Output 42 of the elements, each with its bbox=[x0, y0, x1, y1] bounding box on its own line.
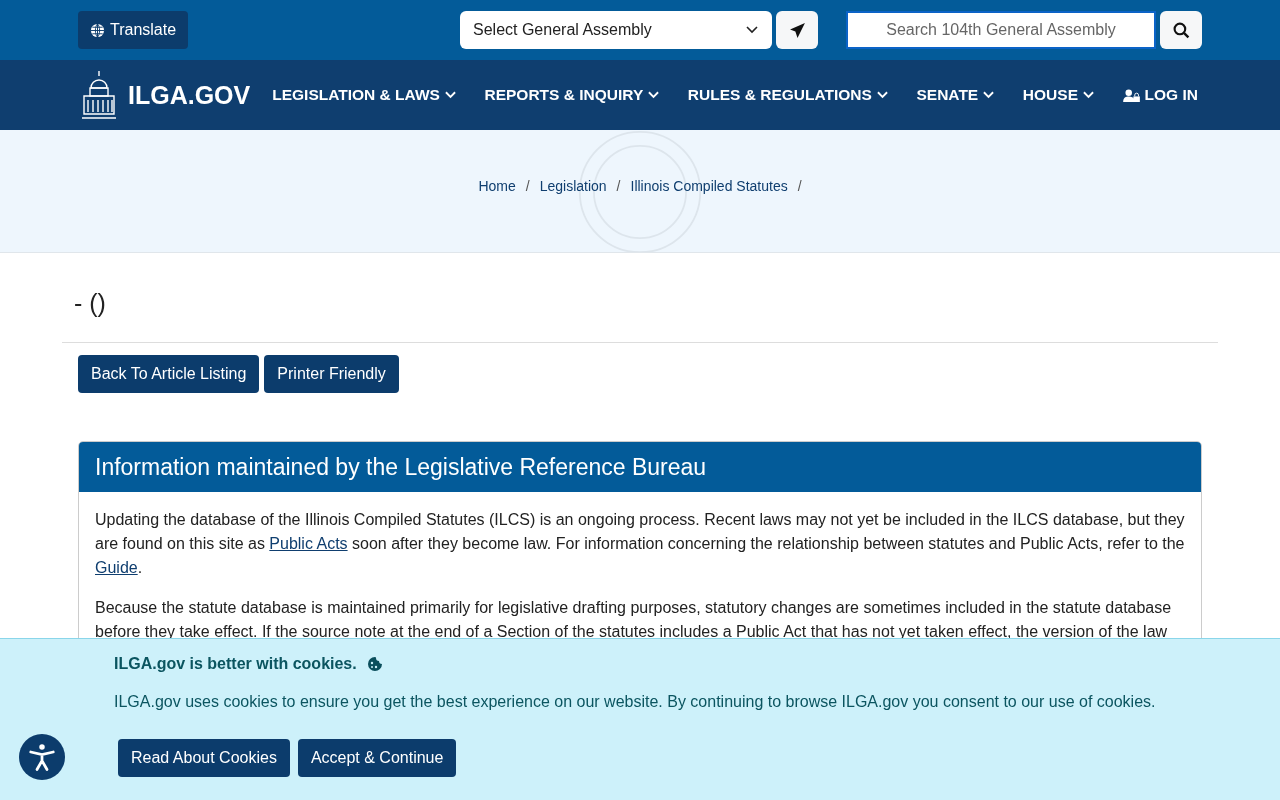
send-button[interactable] bbox=[776, 11, 818, 49]
accessibility-icon bbox=[27, 742, 57, 772]
cookie-text: ILGA.gov uses cookies to ensure you get the best experience on our website. By continuing to browse ILGA.gov you consent to our use of cookies. bbox=[114, 693, 1157, 711]
chevron-down-icon bbox=[1082, 91, 1094, 99]
nav-menu-item[interactable]: LEGISLATION & LAWS bbox=[272, 86, 456, 104]
action-button[interactable]: Back To Article Listing bbox=[78, 355, 260, 393]
breadcrumb-separator: / bbox=[797, 178, 802, 194]
chevron-down-icon bbox=[876, 91, 888, 99]
search-field[interactable]: Search 104th General Assembly bbox=[846, 11, 1156, 49]
paper-plane-icon bbox=[788, 21, 806, 39]
breadcrumb-link[interactable]: Home bbox=[478, 178, 516, 194]
nav-menu-item[interactable]: HOUSE bbox=[1022, 86, 1094, 104]
breadcrumb-separator: / bbox=[616, 178, 621, 194]
chevron-down-icon bbox=[444, 91, 456, 99]
inline-link[interactable]: Guide bbox=[95, 559, 138, 576]
nav-menu-item[interactable]: REPORTS & INQUIRY bbox=[484, 86, 660, 104]
site-logo[interactable]: ILGA.GOV bbox=[128, 80, 251, 110]
breadcrumb-separator: / bbox=[525, 178, 530, 194]
inline-link[interactable]: Public Acts bbox=[269, 535, 348, 552]
capitol-icon bbox=[82, 70, 116, 120]
card-title: Information maintained by the Legislative Reference Bureau bbox=[95, 453, 707, 481]
assembly-select[interactable]: Select General Assembly bbox=[460, 11, 772, 49]
breadcrumb-link[interactable]: Legislation bbox=[539, 178, 607, 194]
cookie-button[interactable]: Accept & Continue bbox=[297, 739, 457, 777]
cookie-button[interactable]: Read About Cookies bbox=[118, 739, 290, 777]
nav-menu-item[interactable]: RULES & REGULATIONS bbox=[687, 86, 888, 104]
info-paragraph: Updating the database of the Illinois Compiled Statutes (ILCS) is an ongoing process. Recent laws may not yet be included in the ILCS database, but they are found on this site as Public Acts soon after they become law. For information concerning the relationship between statutes and Public Acts, refer to the Guide. bbox=[95, 510, 1185, 578]
user-lock-icon bbox=[1122, 88, 1140, 102]
cookie-title: ILGA.gov is better with cookies. bbox=[114, 655, 357, 673]
nav-menu-item[interactable]: SENATE bbox=[916, 86, 995, 104]
login-link[interactable]: LOG IN bbox=[1122, 86, 1198, 104]
search-icon bbox=[1172, 21, 1190, 39]
globe-icon bbox=[90, 22, 105, 38]
page-title: - () bbox=[74, 289, 107, 318]
breadcrumb-link[interactable]: Illinois Compiled Statutes bbox=[630, 178, 788, 194]
action-button[interactable]: Printer Friendly bbox=[264, 355, 399, 393]
search-button[interactable] bbox=[1160, 11, 1202, 49]
chevron-down-icon bbox=[983, 91, 995, 99]
chevron-down-icon bbox=[746, 26, 758, 34]
cookie-icon bbox=[366, 656, 383, 672]
translate-button[interactable]: Translate bbox=[78, 11, 189, 49]
chevron-down-icon bbox=[648, 91, 660, 99]
